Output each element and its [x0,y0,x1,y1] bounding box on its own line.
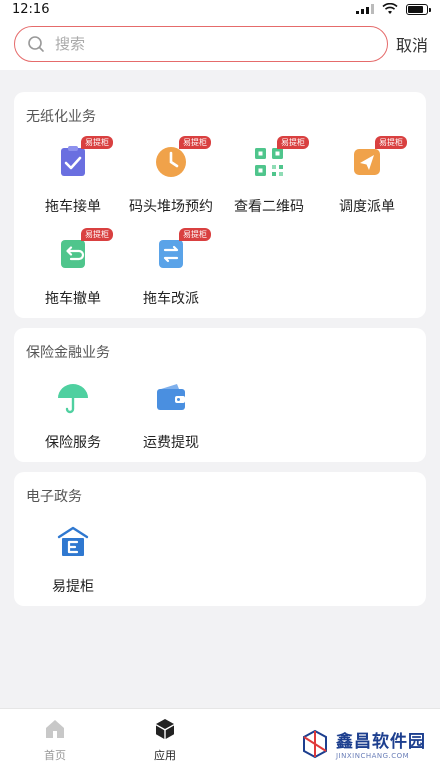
badge: 易提柜 [277,136,309,149]
section-title: 电子政务 [26,489,82,505]
tab-label: 应用 [154,748,176,762]
app-item-yitigui[interactable]: 易提柜 [24,516,122,596]
search-icon [28,36,44,52]
section-insurance-finance: 保险金融业务 保险服务 运费提现 [14,328,426,462]
badge: 易提柜 [179,136,211,149]
watermark-logo-icon [303,729,327,758]
section-paperless: 无纸化业务 易提柜 拖车接单 易提柜 码头堆场预约 易提柜 查看二维码 易提柜 … [14,92,426,318]
app-item-label: 运费提现 [143,435,199,451]
app-item-label: 拖车接单 [45,199,101,215]
search-input[interactable] [55,35,375,53]
watermark: 鑫昌软件园 JINXINCHANG.COM [294,725,432,762]
app-item-insurance-service[interactable]: 保险服务 [24,372,122,452]
app-item-label: 调度派单 [339,199,395,215]
clipboard-check-icon [61,146,85,176]
app-item-label: 保险服务 [45,435,101,451]
app-item-label: 查看二维码 [234,199,304,215]
search-row: 取消 [0,18,440,70]
app-item-dock-appointment[interactable]: 易提柜 码头堆场预约 [122,136,220,216]
wifi-icon [382,3,398,14]
app-item-truck-cancel-order[interactable]: 易提柜 拖车撤单 [24,228,122,308]
watermark-subtitle: JINXINCHANG.COM [336,752,410,760]
app-item-truck-reassign[interactable]: 易提柜 拖车改派 [122,228,220,308]
badge: 易提柜 [179,228,211,241]
status-icons [356,3,431,15]
badge: 易提柜 [81,228,113,241]
e-house-icon [57,526,89,556]
battery-icon [406,3,431,15]
home-icon [46,719,64,738]
app-item-label: 码头堆场预约 [129,199,213,215]
section-e-government: 电子政务 易提柜 [14,472,426,606]
qr-code-icon [255,148,283,176]
tab-apps[interactable]: 应用 [110,709,220,770]
app-item-truck-accept-order[interactable]: 易提柜 拖车接单 [24,136,122,216]
app-item-dispatch[interactable]: 易提柜 调度派单 [318,136,416,216]
badge: 易提柜 [375,136,407,149]
umbrella-icon [58,384,88,414]
app-item-label: 拖车改派 [143,291,199,307]
app-item-view-qr-code[interactable]: 易提柜 查看二维码 [220,136,318,216]
section-title: 无纸化业务 [26,109,96,125]
search-box[interactable] [14,26,388,62]
clock-icon [156,147,186,177]
badge: 易提柜 [81,136,113,149]
status-bar: 12:16 [0,0,440,18]
cube-icon [156,718,174,739]
status-time: 12:16 [12,1,50,17]
cellular-signal-icon [356,4,374,14]
app-item-label: 易提柜 [52,579,94,595]
tab-label: 首页 [44,748,66,762]
tab-home[interactable]: 首页 [0,709,110,770]
wallet-icon [157,384,185,410]
undo-document-icon [61,240,85,268]
section-title: 保险金融业务 [26,345,110,361]
swap-document-icon [159,240,183,268]
watermark-title: 鑫昌软件园 [336,732,426,752]
app-item-freight-withdraw[interactable]: 运费提现 [122,372,220,452]
app-item-label: 拖车撤单 [45,291,101,307]
cancel-button[interactable]: 取消 [396,32,428,56]
send-icon [354,149,380,175]
